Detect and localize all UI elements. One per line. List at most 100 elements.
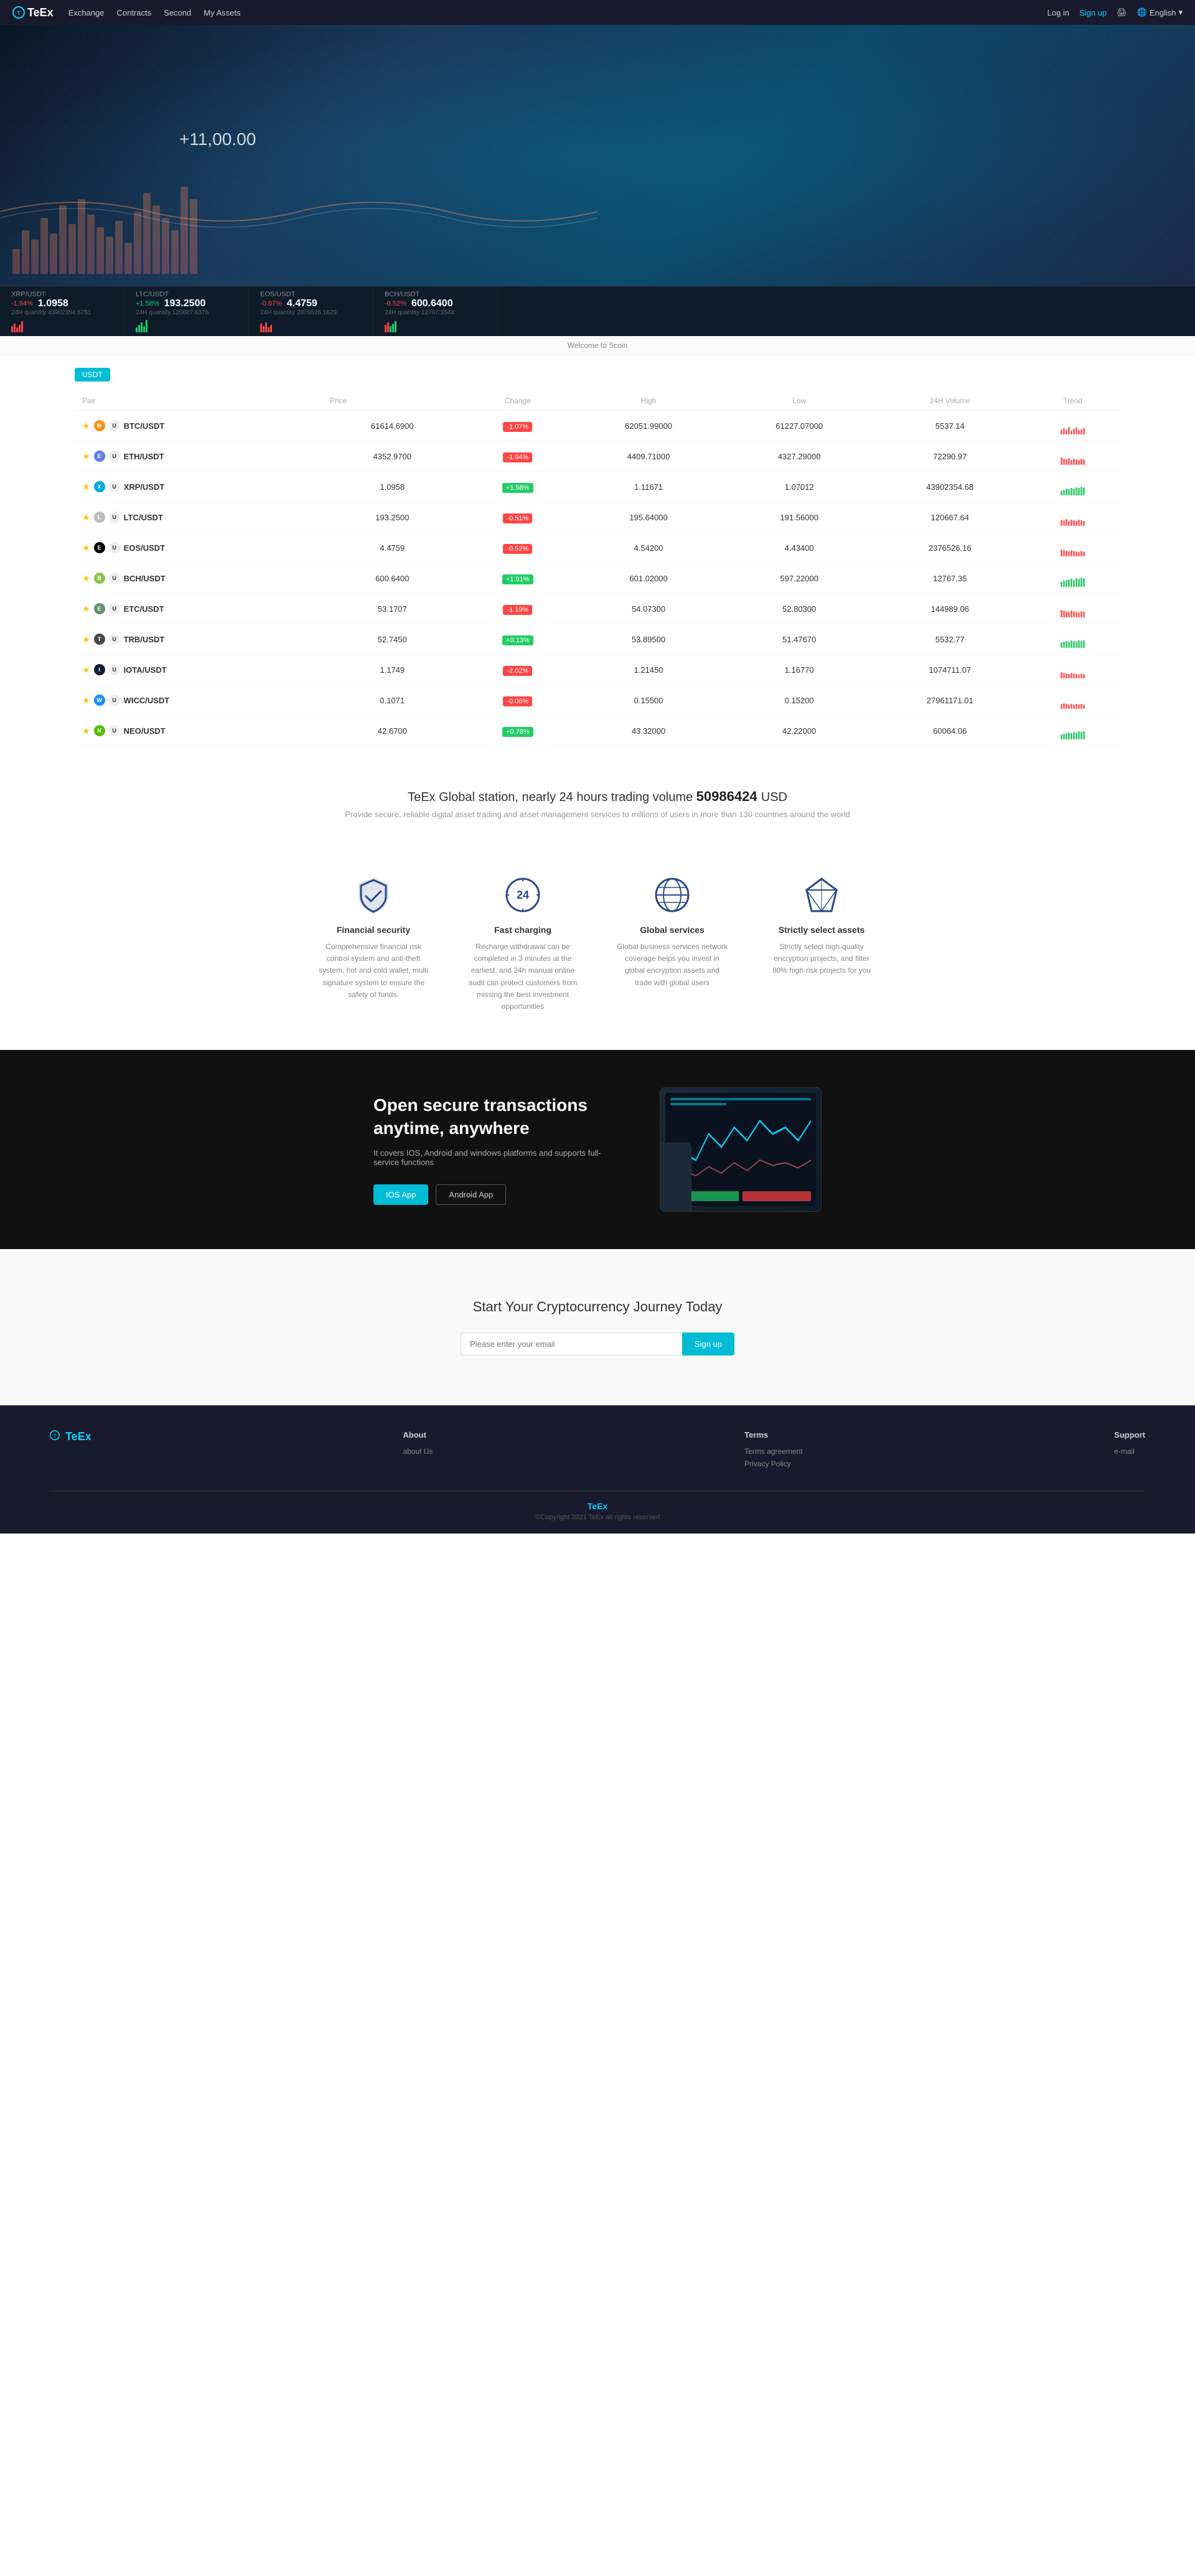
- feature-financial-security: Financial security Comprehensive financi…: [317, 875, 429, 1013]
- favorite-star[interactable]: ★: [82, 482, 90, 492]
- cell-pair[interactable]: ★ E U ETC/USDT: [75, 594, 322, 624]
- favorite-star[interactable]: ★: [82, 665, 90, 675]
- footer-about-heading: About: [403, 1430, 433, 1440]
- login-link[interactable]: Log in: [1047, 8, 1069, 17]
- favorite-star[interactable]: ★: [82, 451, 90, 462]
- table-row[interactable]: ★ X U XRP/USDT 1.0958 +1.58% 1.11671 1.0…: [75, 472, 1120, 502]
- favorite-star[interactable]: ★: [82, 512, 90, 523]
- cell-change: -0.52%: [462, 533, 573, 563]
- language-selector[interactable]: 🌐 English ▾: [1137, 7, 1183, 17]
- table-row[interactable]: ★ B U BCH/USDT 600.6400 +1.91% 601.02000…: [75, 563, 1120, 594]
- footer-email-link[interactable]: e-mail: [1114, 1447, 1145, 1456]
- navbar-right: Log in Sign up 🖨 🌐 English ▾: [1047, 7, 1183, 17]
- col-header-price: Price: [322, 391, 462, 411]
- cell-pair[interactable]: ★ X U XRP/USDT: [75, 472, 322, 502]
- table-row[interactable]: ★ T U TRB/USDT 52.7450 +0.13% 53.89500 5…: [75, 624, 1120, 655]
- favorite-star[interactable]: ★: [82, 543, 90, 553]
- signup-button[interactable]: Sign up: [682, 1332, 734, 1356]
- cell-pair[interactable]: ★ B U BTC/USDT: [75, 411, 322, 441]
- ticker-item-2[interactable]: EOS/USDT -0.87% 4.4759 24H quantity 2876…: [249, 287, 373, 336]
- cell-high: 1.21450: [573, 655, 724, 685]
- cell-high: 4.54200: [573, 533, 724, 563]
- footer-top: T TeEx About about Us Terms Terms agreem…: [50, 1430, 1145, 1472]
- signup-link[interactable]: Sign up: [1079, 8, 1107, 17]
- table-row[interactable]: ★ E U EOS/USDT 4.4759 -0.52% 4.54200 4.4…: [75, 533, 1120, 563]
- favorite-star[interactable]: ★: [82, 634, 90, 645]
- footer-col-terms: Terms Terms agreement Privacy Policy: [744, 1430, 802, 1472]
- nav-exchange[interactable]: Exchange: [68, 8, 105, 17]
- coin-icon: E: [94, 542, 105, 553]
- table-row[interactable]: ★ E U ETC/USDT 53.1707 -1.19% 54.07300 5…: [75, 594, 1120, 624]
- cell-pair[interactable]: ★ B U BCH/USDT: [75, 563, 322, 594]
- footer-col-support: Support e-mail: [1114, 1430, 1145, 1472]
- cell-pair[interactable]: ★ E U EOS/USDT: [75, 533, 322, 563]
- usdt-icon: U: [109, 542, 120, 553]
- cell-low: 597.22000: [724, 563, 874, 594]
- table-row[interactable]: ★ I U IOTA/USDT 1.1749 -2.02% 1.21450 1.…: [75, 655, 1120, 685]
- cell-high: 62051.99000: [573, 411, 724, 441]
- favorite-star[interactable]: ★: [82, 421, 90, 431]
- cell-pair[interactable]: ★ E U ETH/USDT: [75, 441, 322, 472]
- favorite-star[interactable]: ★: [82, 604, 90, 614]
- hero-chart-bg: [0, 25, 1195, 286]
- signup-form: Sign up: [461, 1332, 734, 1356]
- cell-pair[interactable]: ★ N U NEO/USDT: [75, 716, 322, 746]
- copyright-text: ©Copyright 2021 TeEx all rights reserved: [50, 1514, 1145, 1521]
- feature-title-security: Financial security: [317, 925, 429, 935]
- cell-pair[interactable]: ★ I U IOTA/USDT: [75, 655, 322, 685]
- coin-icon: B: [94, 420, 105, 431]
- stats-subtitle: Provide secure, reliable digital asset t…: [12, 810, 1183, 819]
- cell-change: -0.51%: [462, 502, 573, 533]
- table-row[interactable]: ★ B U BTC/USDT 61614.6900 -1.07% 62051.9…: [75, 411, 1120, 441]
- footer-bottom-logo: TeEx: [50, 1501, 1145, 1511]
- hero-price: +11,00.00: [179, 129, 256, 149]
- cell-pair[interactable]: ★ W U WICC/USDT: [75, 685, 322, 716]
- feature-desc-global: Global business services network coverag…: [616, 941, 728, 989]
- footer-about-link[interactable]: about Us: [403, 1447, 433, 1456]
- footer-terms-heading: Terms: [744, 1430, 802, 1440]
- ticker-item-3[interactable]: BCH/USDT -0.52% 600.6400 24H quantity 12…: [373, 287, 498, 336]
- favorite-star[interactable]: ★: [82, 726, 90, 736]
- app-buttons: IOS App Android App: [373, 1184, 610, 1205]
- footer-terms-agreement-link[interactable]: Terms agreement: [744, 1447, 802, 1456]
- cell-volume: 144989.06: [874, 594, 1025, 624]
- logo[interactable]: T TeEx: [12, 6, 54, 19]
- cell-price: 600.6400: [322, 563, 462, 594]
- feature-select-assets: Strictly select assets Strictly select h…: [766, 875, 878, 1013]
- shield-icon: [354, 875, 393, 915]
- table-row[interactable]: ★ L U LTC/USDT 193.2500 -0.51% 195.64000…: [75, 502, 1120, 533]
- ticker-item-0[interactable]: XRP/USDT -1.94% 1.0958 24H quantity 4390…: [0, 287, 124, 336]
- cell-high: 43.32000: [573, 716, 724, 746]
- table-row[interactable]: ★ N U NEO/USDT 42.6700 +0.78% 43.32000 4…: [75, 716, 1120, 746]
- email-input[interactable]: [461, 1332, 682, 1356]
- nav-second[interactable]: Second: [164, 8, 191, 17]
- footer-privacy-link[interactable]: Privacy Policy: [744, 1459, 802, 1468]
- cell-pair[interactable]: ★ L U LTC/USDT: [75, 502, 322, 533]
- favorite-star[interactable]: ★: [82, 695, 90, 706]
- col-header-change: Change: [462, 391, 573, 411]
- android-app-button[interactable]: Android App: [436, 1184, 506, 1205]
- diamond-icon: [802, 875, 841, 915]
- cell-pair[interactable]: ★ T U TRB/USDT: [75, 624, 322, 655]
- ticker-item-1[interactable]: LTC/USDT +1.58% 193.2500 24H quantity 12…: [124, 287, 249, 336]
- cell-volume: 72290.97: [874, 441, 1025, 472]
- table-row[interactable]: ★ W U WICC/USDT 0.1071 -0.06% 0.15500 0.…: [75, 685, 1120, 716]
- table-row[interactable]: ★ E U ETH/USDT 4352.9700 -1.94% 4409.710…: [75, 441, 1120, 472]
- cell-high: 4409.71000: [573, 441, 724, 472]
- nav-contracts[interactable]: Contracts: [117, 8, 152, 17]
- feature-title-assets: Strictly select assets: [766, 925, 878, 935]
- globe-icon: [652, 875, 692, 915]
- footer-bottom: TeEx ©Copyright 2021 TeEx all rights res…: [50, 1491, 1145, 1521]
- favorite-star[interactable]: ★: [82, 573, 90, 584]
- cell-change: +0.78%: [462, 716, 573, 746]
- cell-price: 52.7450: [322, 624, 462, 655]
- pair-name: LTC/USDT: [124, 513, 163, 522]
- market-section: USDT Pair Price Change High Low 24H Volu…: [0, 355, 1195, 759]
- ios-app-button[interactable]: IOS App: [373, 1184, 428, 1205]
- nav-myassets[interactable]: My Assets: [204, 8, 240, 17]
- coin-icon: E: [94, 451, 105, 462]
- feature-desc-charging: Recharge withdrawal can be completed in …: [467, 941, 579, 1013]
- navbar-nav: Exchange Contracts Second My Assets: [68, 8, 241, 17]
- cell-volume: 1074711.07: [874, 655, 1025, 685]
- usdt-tab[interactable]: USDT: [75, 368, 110, 382]
